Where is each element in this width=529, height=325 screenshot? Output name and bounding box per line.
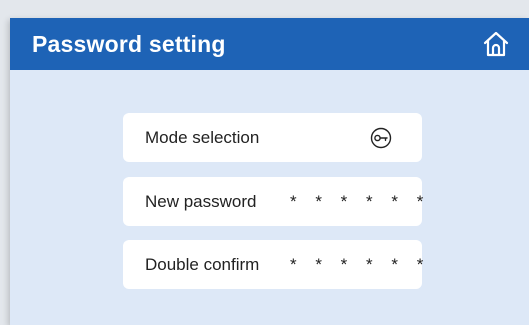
new-password-row[interactable]: New password * * * * * * (123, 177, 423, 226)
new-password-field[interactable]: * * * * * * (290, 191, 430, 212)
mode-selection-row[interactable]: Mode selection (123, 113, 422, 162)
mode-selection-label: Mode selection (145, 128, 260, 147)
key-icon[interactable] (370, 127, 392, 149)
header-bar: Password setting (10, 18, 529, 70)
double-confirm-row[interactable]: Double confirm * * * * * * (123, 240, 423, 289)
double-confirm-label: Double confirm (145, 255, 260, 274)
page-title: Password setting (32, 31, 226, 57)
home-icon[interactable] (481, 29, 511, 59)
double-confirm-field[interactable]: * * * * * * (290, 254, 430, 275)
new-password-label: New password (145, 192, 257, 211)
password-setting-screen: Password setting Mode selection New pass… (10, 18, 529, 325)
